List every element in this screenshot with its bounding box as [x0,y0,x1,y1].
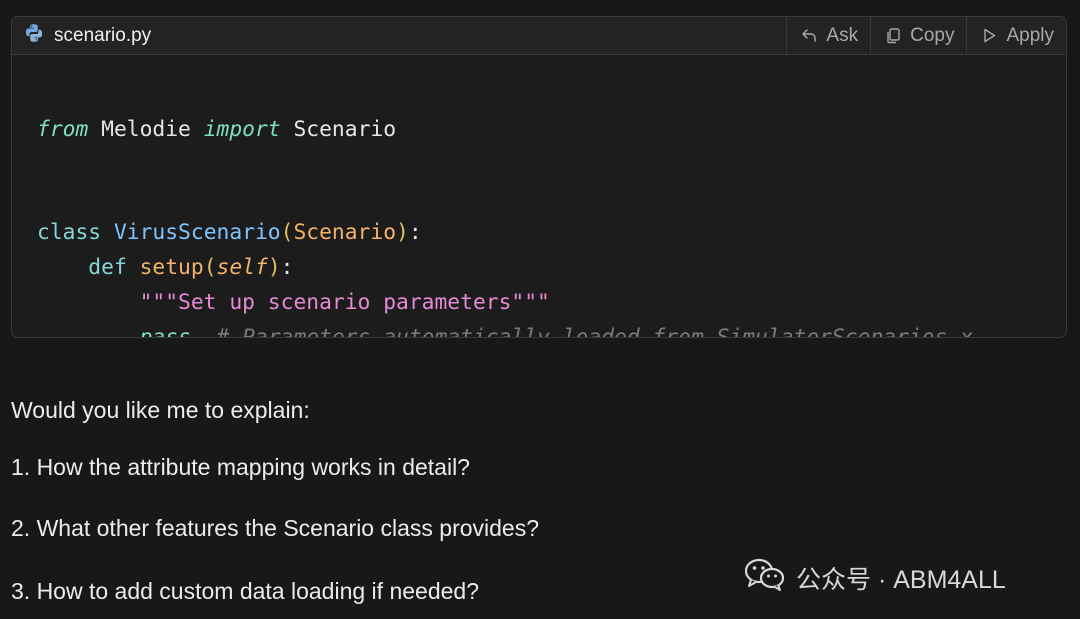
undo-arrow-icon [801,27,818,44]
message-intro: Would you like me to explain: [11,397,310,423]
list-item: 3. How to add custom data loading if nee… [11,578,479,604]
copy-label: Copy [910,24,955,46]
code-line-7: pass # Parameters automatically loaded f… [37,323,974,338]
code-body[interactable]: from Melodie import Scenario class Virus… [12,55,1066,337]
wechat-icon [744,557,786,598]
self-param: self [216,255,268,280]
file-name: scenario.py [54,24,152,46]
watermark: 公众号 · ABM4ALL [744,557,1006,598]
code-line-4: class VirusScenario(Scenario): [37,218,422,248]
list-item: 2. What other features the Scenario clas… [11,515,540,541]
ask-button[interactable]: Ask [786,17,870,54]
docstring: """Set up scenario parameters""" [139,290,550,315]
keyword-def: def [88,255,127,280]
python-icon [24,23,44,48]
keyword-from: from [37,117,89,142]
apply-label: Apply [1006,24,1054,46]
code-block: scenario.py Ask Copy Apply from Melodie … [11,16,1067,338]
colon: : [280,255,294,280]
list-item: 1. How the attribute mapping works in de… [11,454,470,480]
file-tab: scenario.py [12,17,151,54]
keyword-import: import [203,117,281,142]
code-line-6: """Set up scenario parameters""" [37,288,550,318]
code-header: scenario.py Ask Copy Apply [12,17,1066,55]
paren-open: ( [203,255,217,280]
keyword-class: class [37,220,102,245]
ask-label: Ask [826,24,859,46]
class-name: VirusScenario [113,220,281,245]
colon: : [408,220,422,245]
header-actions: Ask Copy Apply [786,17,1066,54]
play-icon [981,27,998,44]
comment: # Parameters automatically loaded from S… [216,325,974,338]
base-class: Scenario [293,220,397,245]
watermark-text: 公众号 · ABM4ALL [796,565,1006,594]
paren-close: ) [396,220,409,245]
paren-open: ( [280,220,294,245]
import-name: Scenario [280,117,397,142]
keyword-pass: pass [139,325,191,338]
copy-button[interactable]: Copy [870,17,966,54]
code-line-5: def setup(self): [37,253,293,283]
code-line-1: from Melodie import Scenario [37,115,396,145]
module-name: Melodie [88,117,204,142]
copy-icon [885,27,902,44]
function-name: setup [139,255,204,280]
paren-close: ) [267,255,281,280]
apply-button[interactable]: Apply [966,17,1066,54]
